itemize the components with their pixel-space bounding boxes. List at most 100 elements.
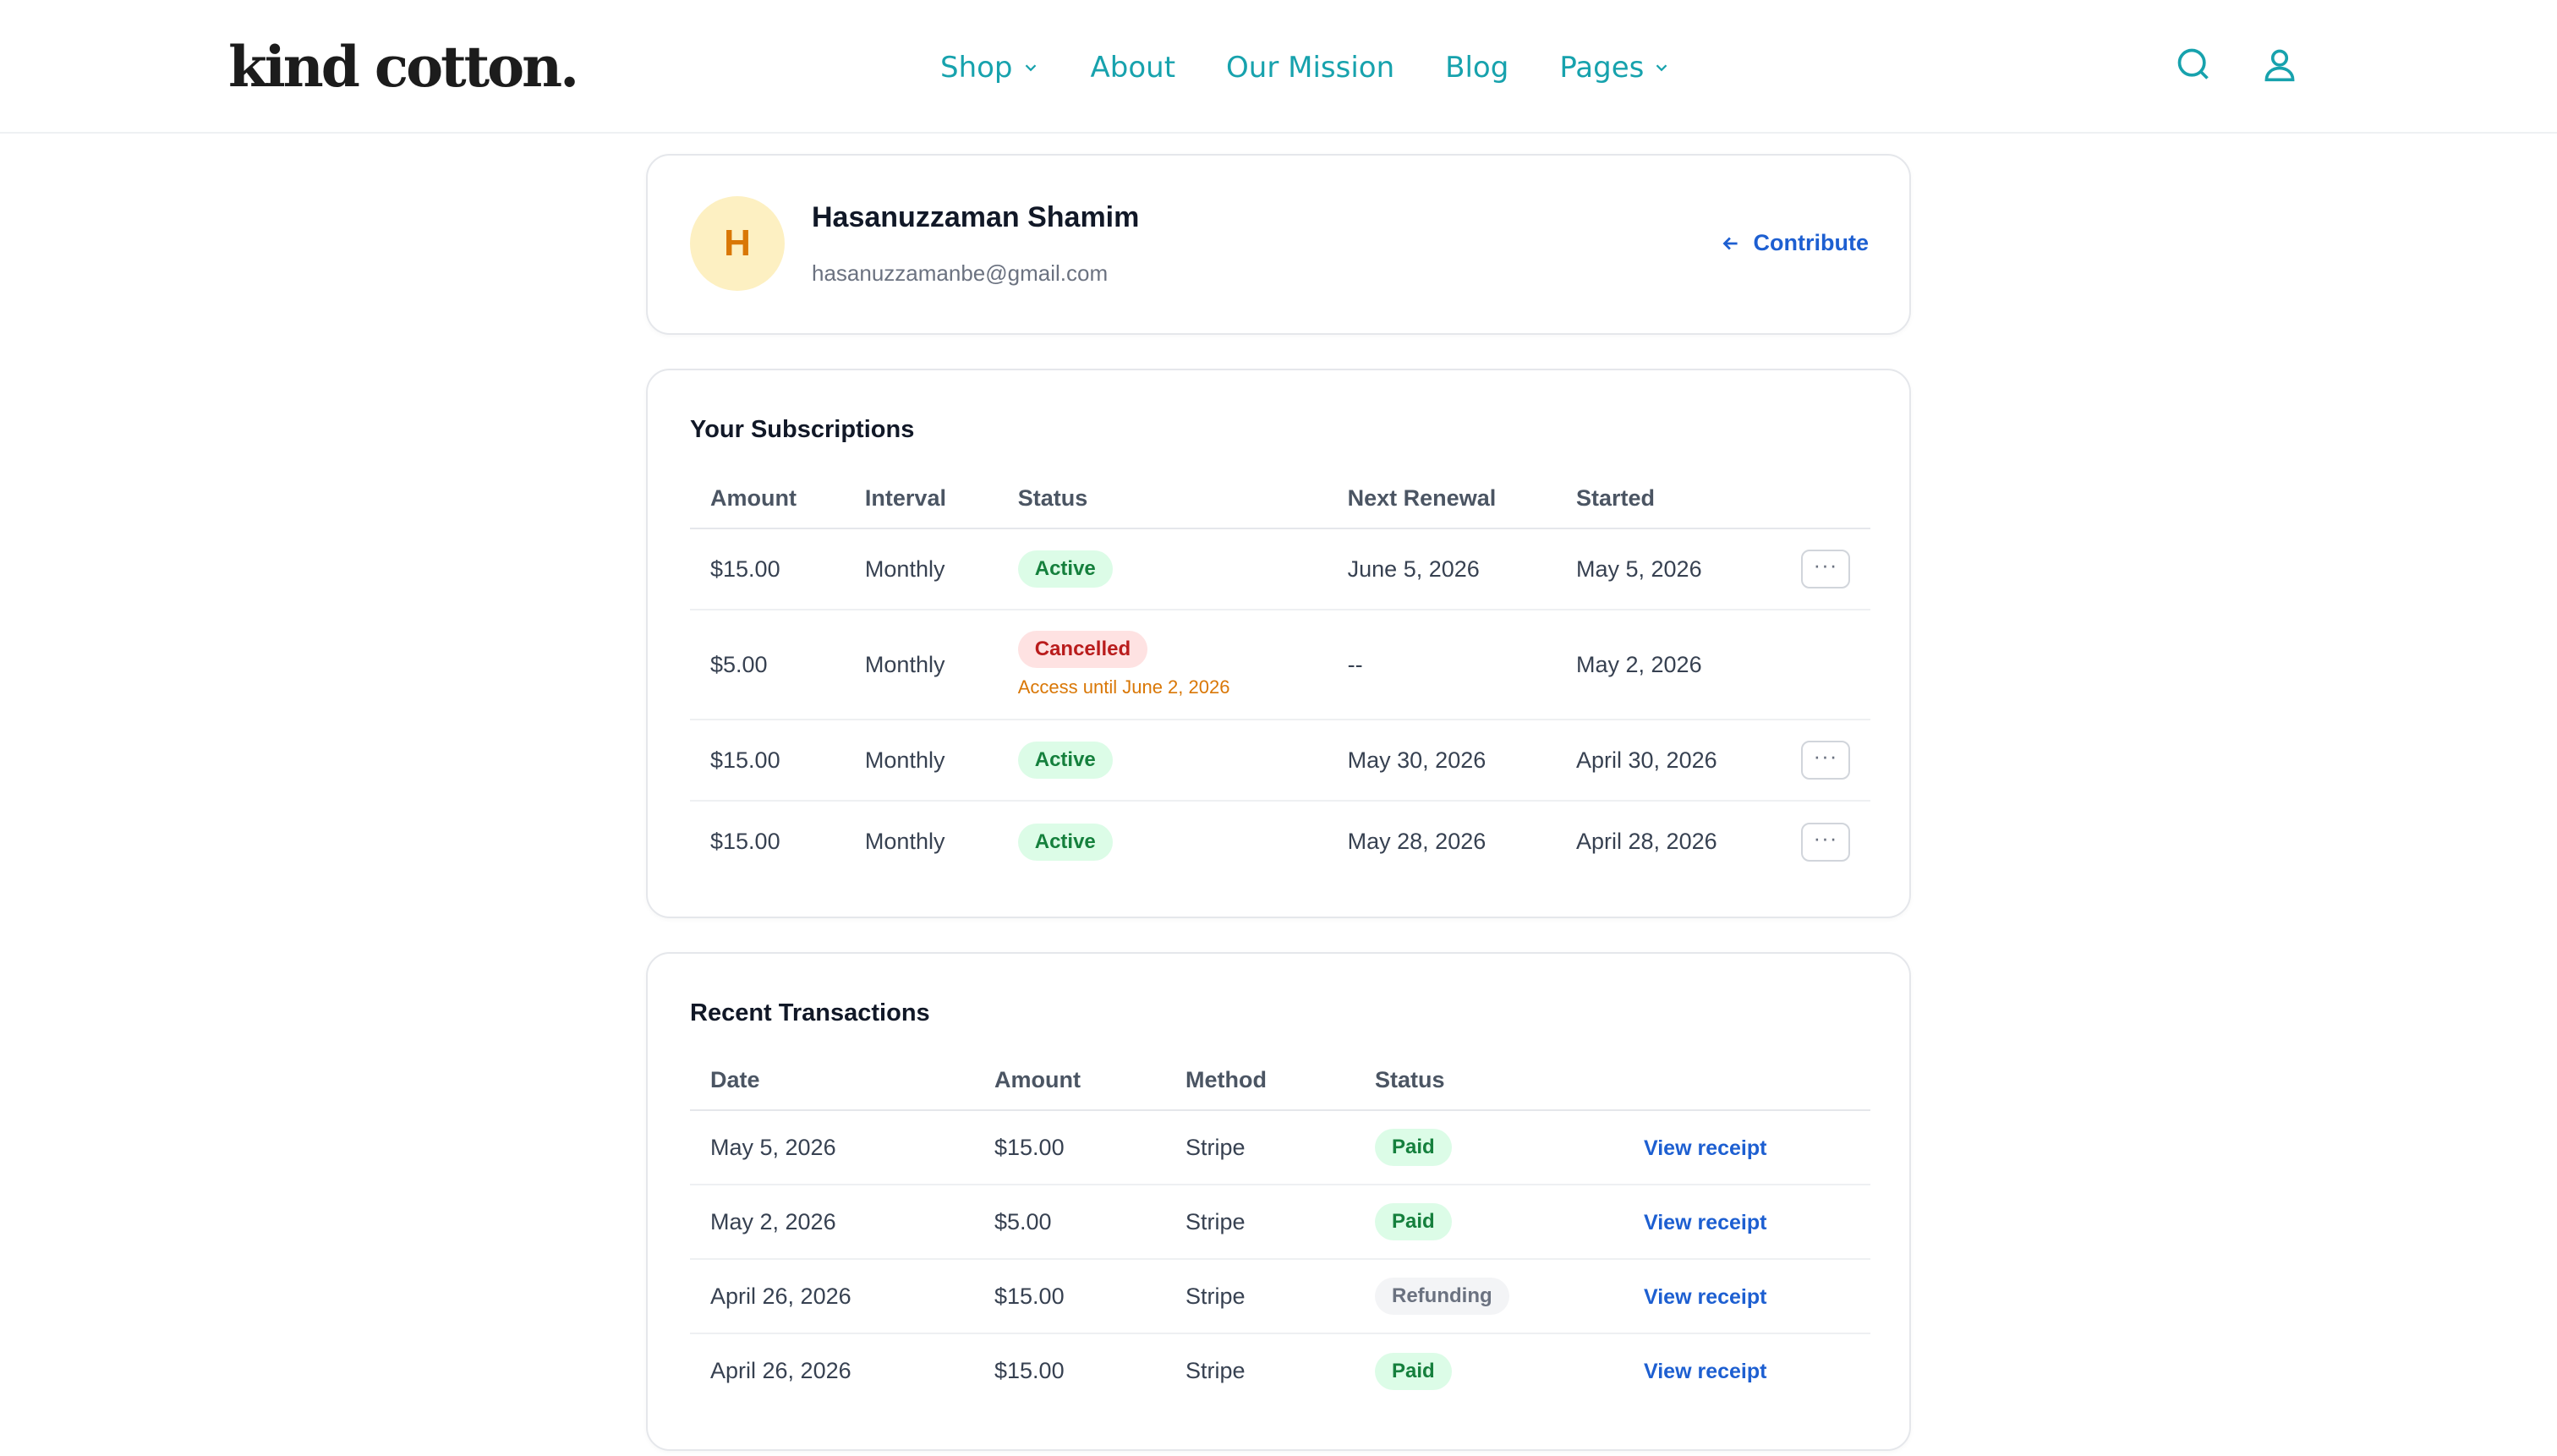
account-button[interactable]	[2261, 46, 2298, 83]
more-options-button[interactable]: ···	[1800, 741, 1850, 780]
table-row: May 5, 2026 $15.00 Stripe Paid View rece…	[690, 1110, 1870, 1185]
status-badge: Cancelled	[1017, 631, 1148, 668]
receipt-cell: View receipt	[1623, 1259, 1870, 1334]
search-button[interactable]	[2175, 46, 2212, 83]
transactions-table: Date Amount Method Status May 5, 2026 $1…	[690, 1050, 1870, 1408]
subscriptions-title: Your Subscriptions	[690, 416, 915, 443]
table-header-row: Amount Interval Status Next Renewal Star…	[690, 468, 1870, 529]
amount-cell: $15.00	[710, 829, 780, 854]
receipt-cell: View receipt	[1623, 1110, 1870, 1185]
contribute-label: Contribute	[1753, 230, 1869, 255]
next-renewal-cell: --	[1327, 610, 1556, 720]
header-actions	[2175, 46, 2298, 83]
started-cell: April 28, 2026	[1576, 829, 1717, 854]
user-name: Hasanuzzaman Shamim	[812, 201, 1140, 233]
amount-cell: $15.00	[974, 1259, 1165, 1334]
table-row: $5.00 Monthly Cancelled Access until Jun…	[690, 610, 1870, 720]
user-email: hasanuzzamanbe@gmail.com	[812, 260, 1109, 286]
transactions-card: Recent Transactions Date Amount Method S…	[646, 952, 1911, 1451]
column-header: Date	[690, 1050, 974, 1111]
status-badge: Active	[1017, 742, 1113, 779]
more-options-button[interactable]: ···	[1800, 822, 1850, 862]
column-header: Status	[997, 468, 1328, 529]
nav-item-label: Pages	[1559, 51, 1645, 85]
view-receipt-link[interactable]: View receipt	[1644, 1136, 1766, 1160]
amount-cell: $15.00	[994, 1358, 1065, 1383]
receipt-cell: View receipt	[1623, 1185, 1870, 1260]
column-header: Method	[1165, 1050, 1355, 1111]
amount-cell: $15.00	[974, 1110, 1165, 1185]
status-badge: Paid	[1375, 1129, 1452, 1166]
interval-cell: Monthly	[864, 829, 945, 854]
nav-item-about[interactable]: About	[1091, 51, 1176, 85]
amount-cell: $15.00	[690, 528, 845, 610]
date-cell: May 2, 2026	[690, 1185, 974, 1260]
started-cell: May 5, 2026	[1556, 528, 1781, 610]
method-cell: Stripe	[1185, 1358, 1246, 1383]
more-options-button[interactable]: ···	[1800, 550, 1850, 588]
arrow-left-icon	[1722, 237, 1738, 249]
view-receipt-link[interactable]: View receipt	[1644, 1285, 1766, 1309]
transactions-title: Recent Transactions	[690, 999, 930, 1026]
column-header	[1623, 1050, 1870, 1111]
actions-cell	[1780, 610, 1870, 720]
view-receipt-link[interactable]: View receipt	[1644, 1360, 1766, 1383]
status-badge: Paid	[1375, 1203, 1452, 1240]
status-cell: Paid	[1355, 1333, 1623, 1408]
site-header: kind cotton. Shop About Our Mission Blog…	[0, 0, 2557, 134]
amount-cell: $15.00	[690, 720, 845, 802]
interval-cell: Monthly	[844, 720, 998, 802]
nav-item-our-mission[interactable]: Our Mission	[1226, 51, 1394, 85]
column-header: Interval	[844, 468, 998, 529]
status-badge: Paid	[1375, 1352, 1452, 1390]
date-cell: April 26, 2026	[690, 1259, 974, 1334]
status-cell: Active	[997, 528, 1328, 610]
column-header: Amount	[974, 1050, 1165, 1111]
table-row: $15.00 Monthly Active May 28, 2026 April…	[690, 801, 1870, 882]
column-header	[1780, 468, 1870, 529]
date-cell: April 26, 2026	[710, 1358, 851, 1383]
access-note: Access until June 2, 2026	[1017, 676, 1230, 698]
column-header: Started	[1556, 468, 1781, 529]
column-header: Status	[1355, 1050, 1623, 1111]
date-cell: May 5, 2026	[690, 1110, 974, 1185]
user-icon	[2264, 49, 2295, 82]
next-renewal-cell: May 28, 2026	[1347, 829, 1487, 854]
profile-card: H Hasanuzzaman Shamim hasanuzzamanbe@gma…	[646, 154, 1911, 335]
method-cell: Stripe	[1165, 1110, 1355, 1185]
interval-cell: Monthly	[844, 528, 998, 610]
nav-item-pages[interactable]: Pages	[1559, 51, 1671, 85]
site-logo[interactable]: kind cotton.	[228, 29, 579, 105]
status-cell: Paid	[1355, 1110, 1623, 1185]
method-cell: Stripe	[1165, 1259, 1355, 1334]
nav-item-label: Shop	[940, 51, 1013, 85]
next-renewal-cell: May 30, 2026	[1327, 720, 1556, 802]
status-badge: Active	[1017, 823, 1113, 861]
actions-cell: ···	[1780, 528, 1870, 610]
main-nav: Shop About Our Mission Blog Pages	[940, 42, 1671, 93]
amount-cell: $5.00	[974, 1185, 1165, 1260]
status-cell: Cancelled Access until June 2, 2026	[997, 610, 1328, 720]
actions-cell: ···	[1780, 720, 1870, 802]
table-row: $15.00 Monthly Active May 30, 2026 April…	[690, 720, 1870, 802]
next-renewal-cell: June 5, 2026	[1327, 528, 1556, 610]
nav-item-blog[interactable]: Blog	[1445, 51, 1508, 85]
status-cell: Refunding	[1355, 1259, 1623, 1334]
receipt-cell: View receipt	[1623, 1333, 1870, 1408]
column-header: Amount	[690, 468, 845, 529]
search-icon	[2177, 48, 2209, 79]
status-badge: Refunding	[1375, 1278, 1509, 1315]
table-header-row: Date Amount Method Status	[690, 1050, 1870, 1111]
chevron-down-icon	[1656, 64, 1667, 72]
table-row: April 26, 2026 $15.00 Stripe Paid View r…	[690, 1333, 1870, 1408]
contribute-link[interactable]: Contribute	[1720, 230, 1869, 256]
actions-cell: ···	[1781, 801, 1870, 882]
subscriptions-table: Amount Interval Status Next Renewal Star…	[690, 468, 1870, 882]
table-row: May 2, 2026 $5.00 Stripe Paid View recei…	[690, 1185, 1870, 1260]
status-badge: Active	[1017, 550, 1113, 588]
amount-cell: $5.00	[690, 610, 845, 720]
avatar: H	[690, 196, 785, 291]
view-receipt-link[interactable]: View receipt	[1644, 1211, 1766, 1234]
nav-item-shop[interactable]: Shop	[940, 51, 1040, 85]
table-row: $15.00 Monthly Active June 5, 2026 May 5…	[690, 528, 1870, 610]
